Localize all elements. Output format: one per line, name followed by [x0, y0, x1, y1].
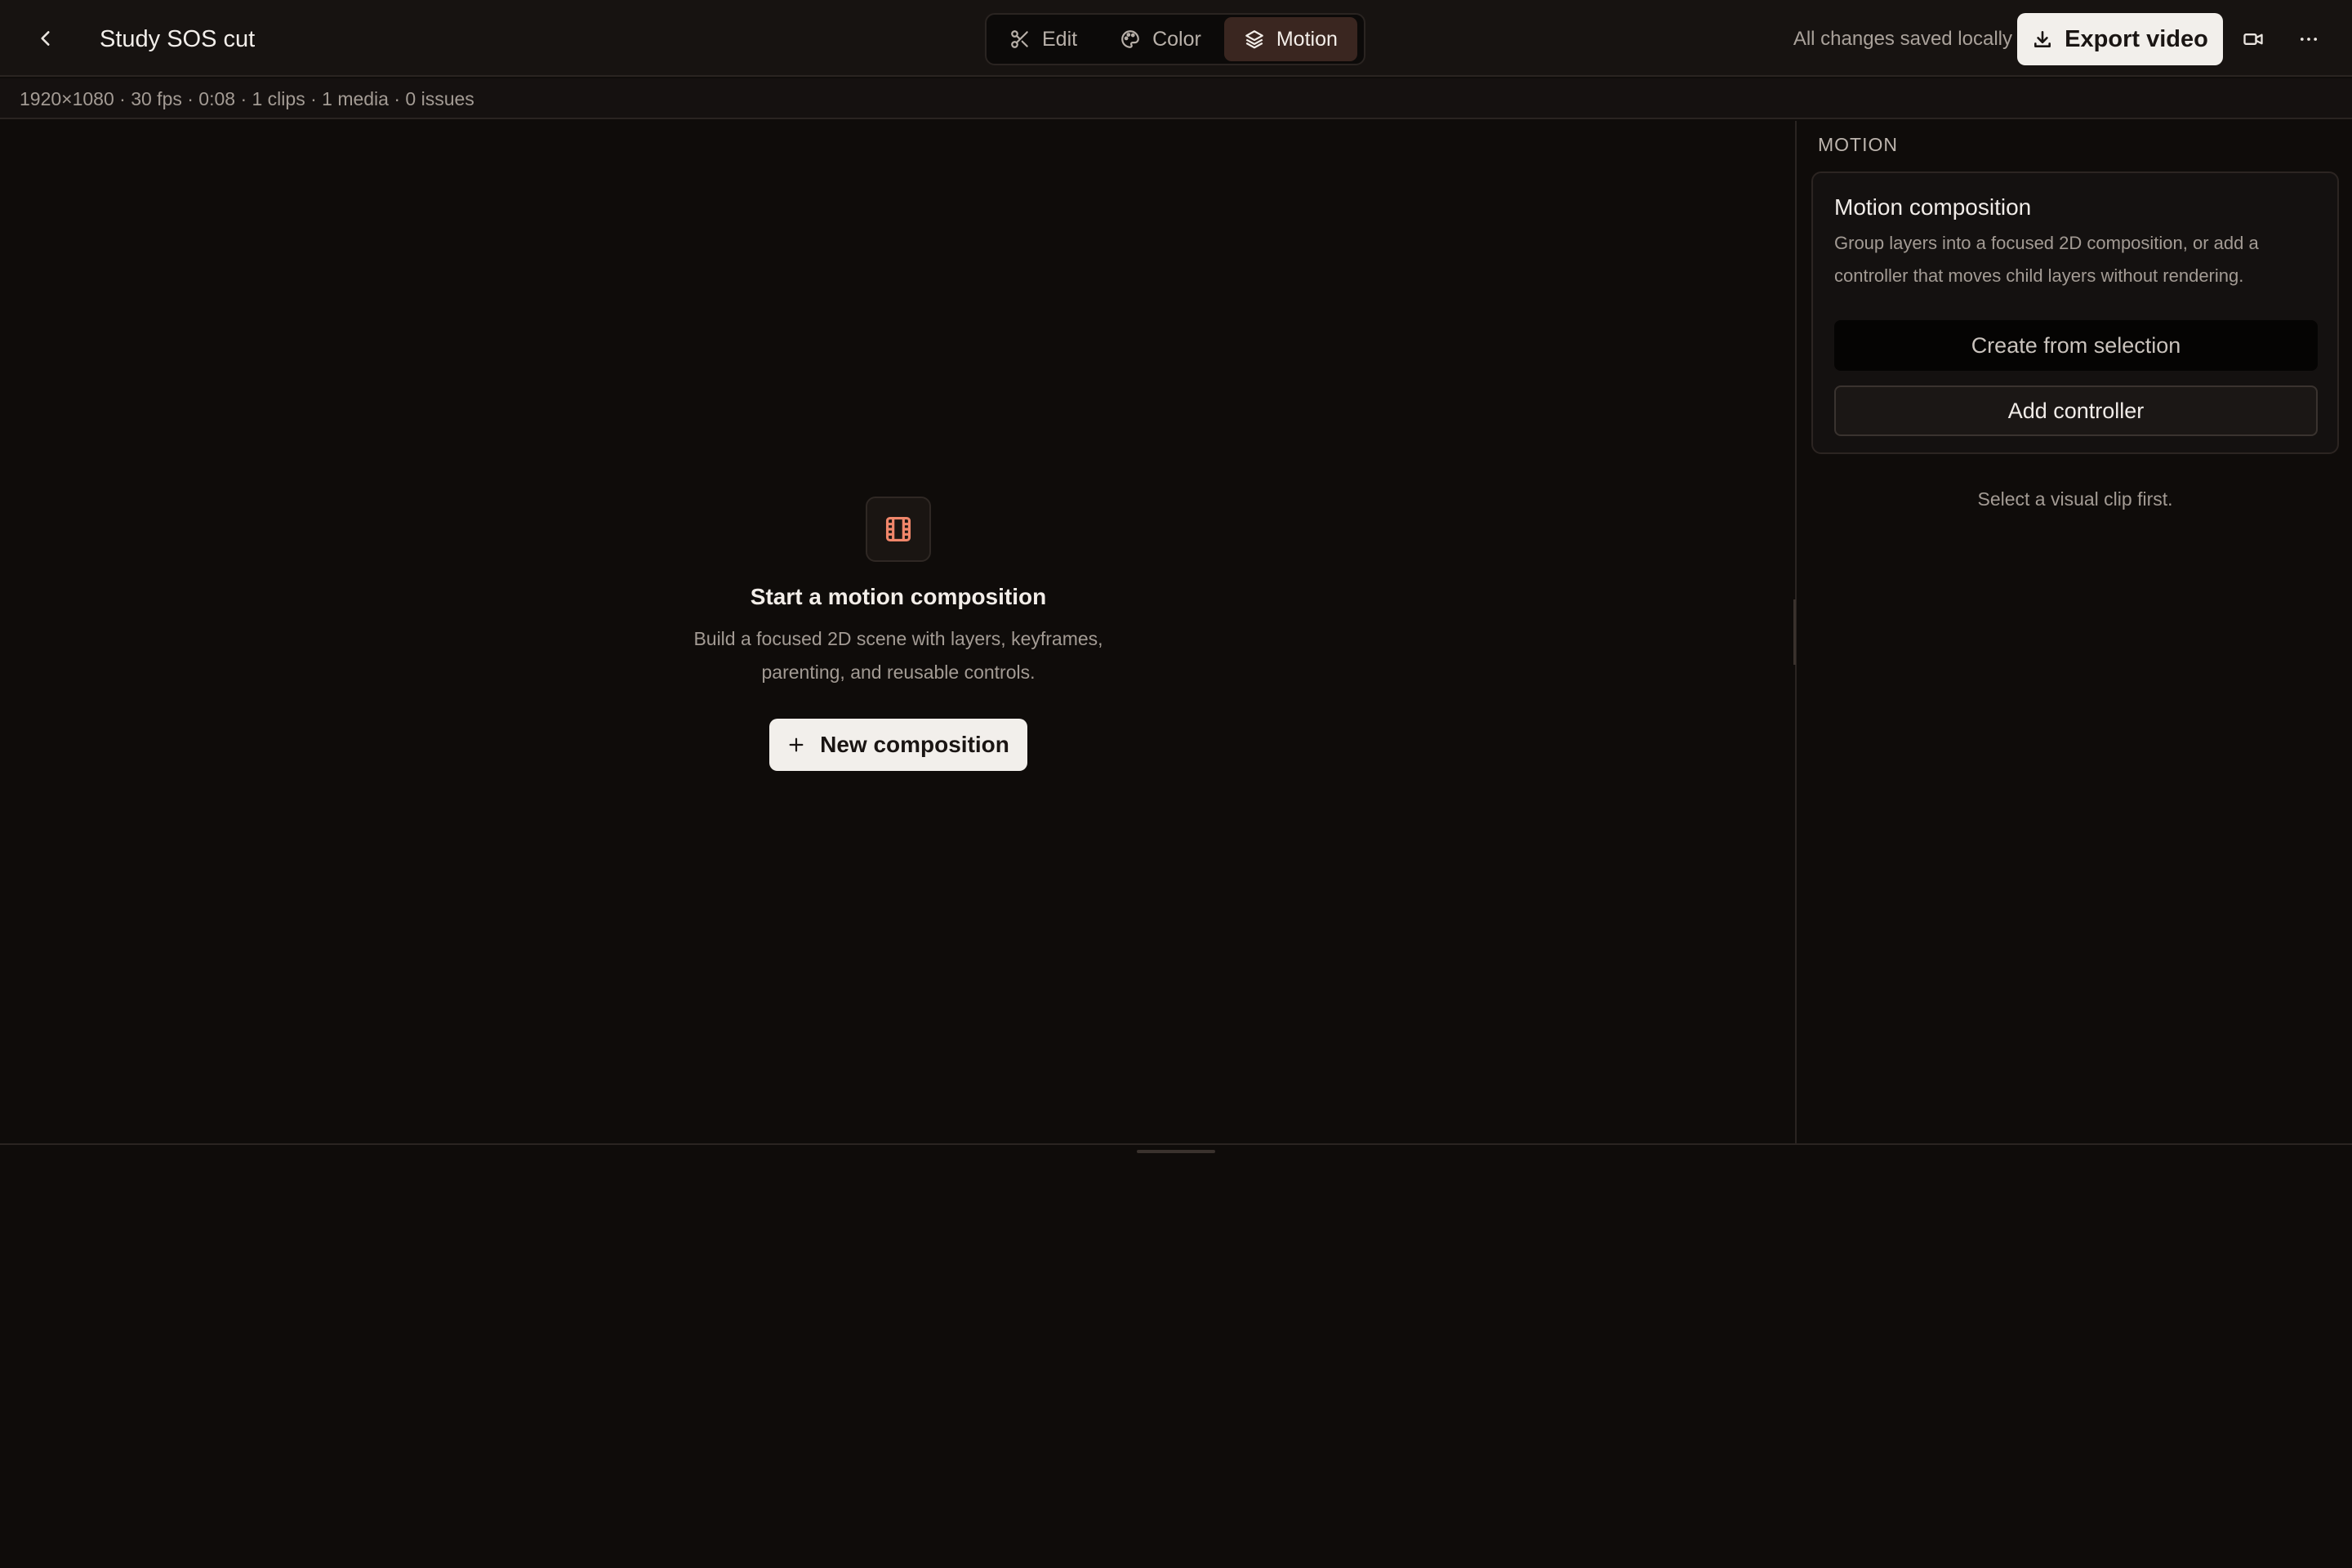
scissors-icon	[1011, 30, 1028, 48]
motion-panel: MOTION Motion composition Group layers i…	[1798, 121, 2352, 1143]
project-meta-strip: 1920×1080 · 30 fps · 0:08 · 1 clips · 1 …	[0, 78, 2352, 119]
export-video-label: Export video	[2065, 25, 2208, 52]
panel-resize-handle[interactable]	[1793, 599, 1796, 665]
tab-motion[interactable]: Motion	[1223, 17, 1357, 61]
motion-composition-card: Motion composition Group layers into a f…	[1811, 172, 2339, 454]
tab-edit[interactable]: Edit	[990, 17, 1097, 61]
plus-icon	[789, 737, 804, 752]
composition-canvas: Start a motion composition Build a focus…	[0, 121, 1797, 1143]
card-desc-line: Group layers into a focused 2D compositi…	[1834, 233, 2259, 253]
mode-switcher: Edit Color Motion	[985, 13, 1365, 65]
add-controller-button[interactable]: Add controller	[1834, 385, 2318, 436]
empty-state-desc-line: Build a focused 2D scene with layers, ke…	[693, 628, 1103, 649]
back-button[interactable]	[29, 22, 62, 55]
record-button[interactable]	[2236, 22, 2270, 56]
project-meta: 1920×1080 · 30 fps · 0:08 · 1 clips · 1 …	[20, 88, 474, 109]
more-menu-button[interactable]	[2292, 22, 2326, 56]
empty-state: Start a motion composition Build a focus…	[0, 497, 1797, 771]
layers-icon	[1245, 30, 1263, 49]
film-icon	[885, 516, 911, 542]
top-bar: Study SOS cut Edit Color Motion All chan…	[0, 0, 2352, 77]
panel-hint: Select a visual clip first.	[1977, 488, 2173, 510]
timeline-resize-handle[interactable]	[1137, 1150, 1215, 1153]
project-title[interactable]: Study SOS cut	[100, 23, 255, 56]
card-desc-line: controller that moves child layers witho…	[1834, 265, 2244, 286]
video-camera-icon	[2243, 33, 2263, 45]
empty-state-icon	[866, 497, 931, 562]
new-composition-button[interactable]: New composition	[769, 719, 1027, 771]
empty-state-title: Start a motion composition	[750, 584, 1047, 609]
download-icon	[2034, 31, 2051, 47]
card-description: Group layers into a focused 2D compositi…	[1834, 227, 2324, 292]
more-horizontal-icon	[2300, 38, 2318, 41]
tab-motion-label: Motion	[1276, 27, 1338, 51]
tab-color[interactable]: Color	[1100, 17, 1221, 61]
timeline-area	[0, 1143, 2352, 1568]
tab-edit-label: Edit	[1042, 27, 1078, 51]
create-from-selection-button[interactable]: Create from selection	[1834, 320, 2318, 371]
save-status: All changes saved locally	[1793, 28, 2012, 50]
new-composition-label: New composition	[820, 732, 1009, 757]
empty-state-desc-line: parenting, and reusable controls.	[761, 662, 1036, 683]
tab-color-label: Color	[1152, 27, 1201, 51]
export-video-button[interactable]: Export video	[2017, 13, 2223, 65]
palette-icon	[1121, 30, 1139, 48]
empty-state-description: Build a focused 2D scene with layers, ke…	[670, 622, 1127, 689]
panel-heading: MOTION	[1818, 134, 1898, 155]
chevron-left-icon	[41, 31, 50, 46]
card-title: Motion composition	[1834, 194, 2032, 220]
